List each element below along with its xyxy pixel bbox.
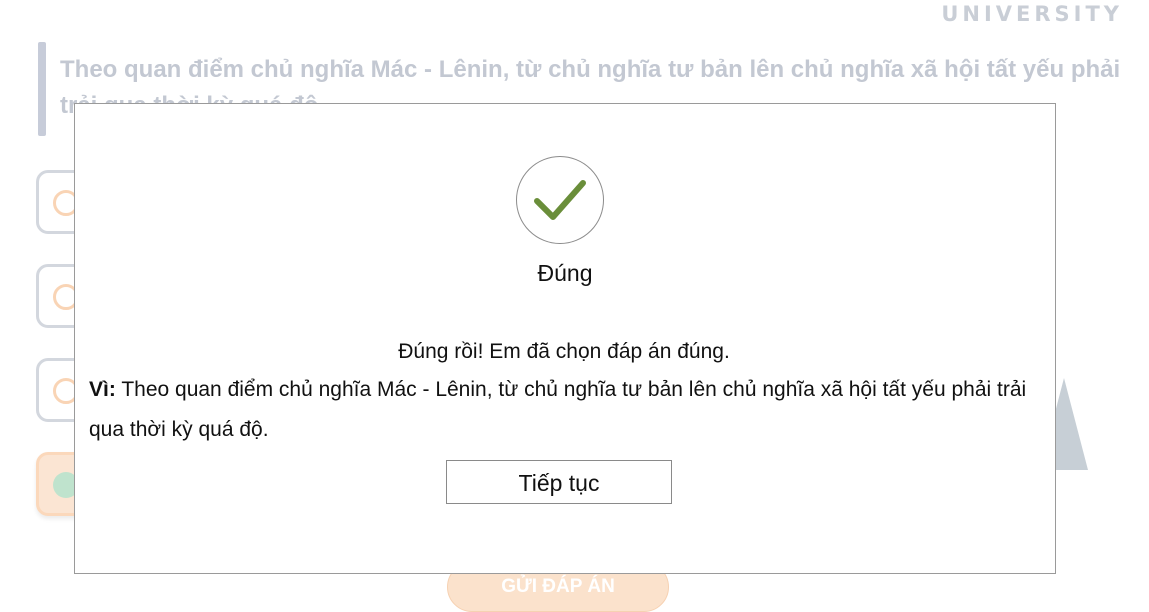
brand-logo-text: UNIVERSITY xyxy=(941,2,1123,26)
reason-text: Theo quan điểm chủ nghĩa Mác - Lênin, từ… xyxy=(89,378,1027,441)
result-message: Đúng rồi! Em đã chọn đáp án đúng. xyxy=(398,340,730,363)
result-title: Đúng xyxy=(537,260,593,286)
check-icon xyxy=(516,156,604,244)
question-accent-bar xyxy=(38,42,46,136)
continue-button[interactable]: Tiếp tục xyxy=(446,460,672,504)
result-dialog: Đúng Đúng rồi! Em đã chọn đáp án đúng. V… xyxy=(74,103,1056,574)
reason-label: Vì: xyxy=(89,378,116,401)
explanation: Vì: Theo quan điểm chủ nghĩa Mác - Lênin… xyxy=(89,370,1049,450)
